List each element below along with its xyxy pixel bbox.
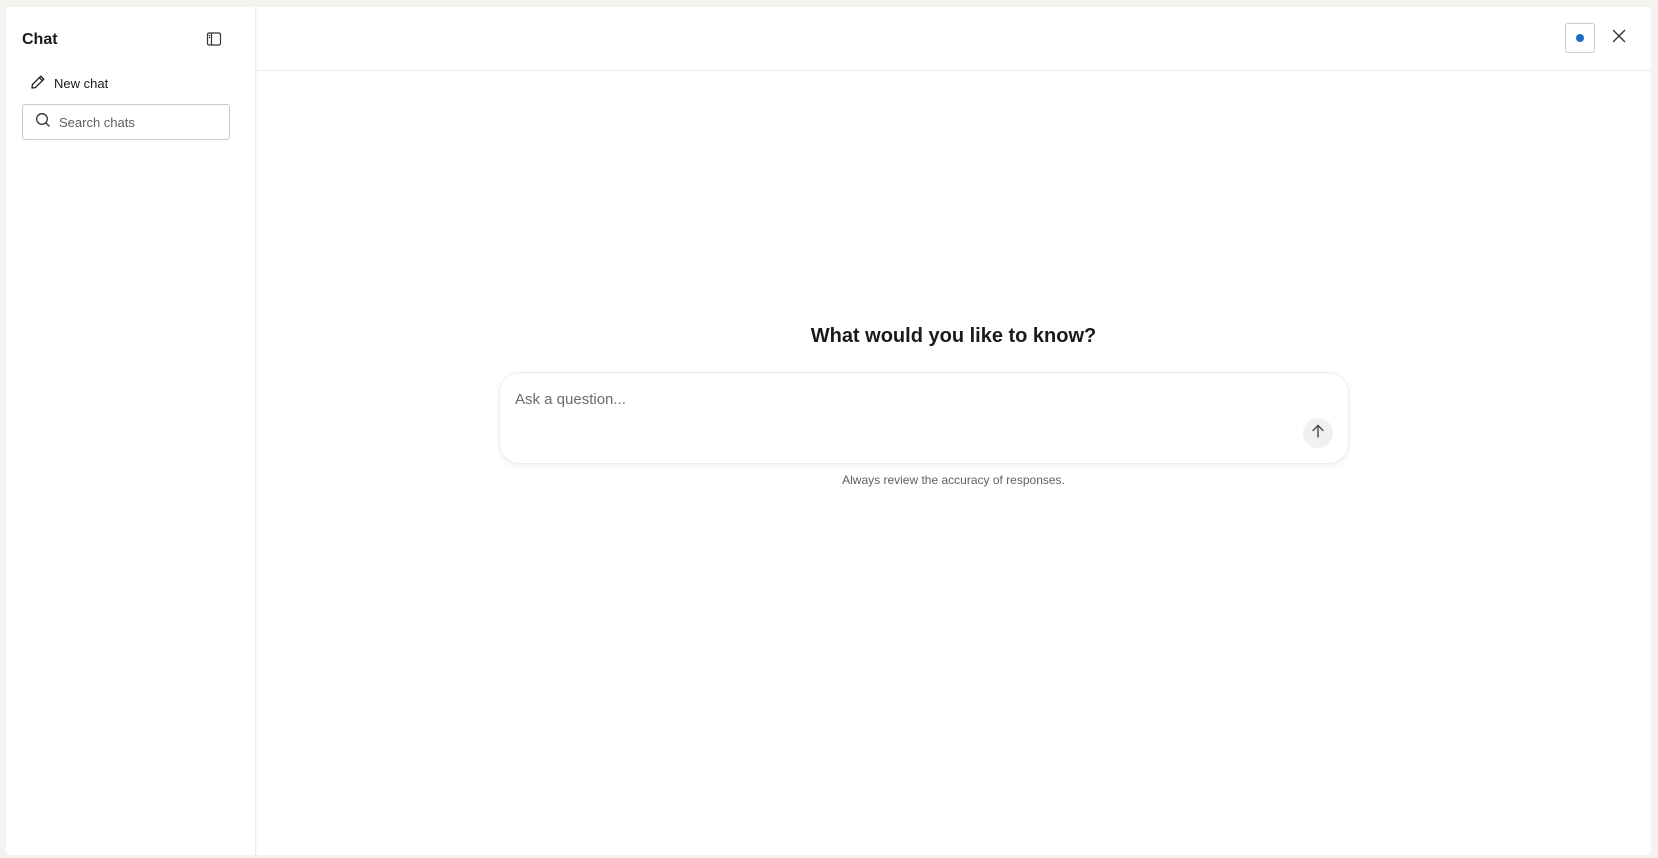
top-bar [256,7,1651,71]
disclaimer-text: Always review the accuracy of responses. [842,473,1065,487]
new-chat-button[interactable]: New chat [30,71,108,95]
status-dot-icon [1576,34,1584,42]
search-icon [35,112,51,133]
collapse-sidebar-button[interactable] [202,29,226,53]
close-button[interactable] [1607,26,1631,50]
sidebar-panel-icon [206,31,222,52]
send-button[interactable] [1303,418,1333,448]
close-icon [1611,28,1627,49]
main-panel: What would you like to know? Always revi… [256,7,1651,855]
welcome-area: What would you like to know? Always revi… [256,7,1651,855]
question-input[interactable] [515,391,1275,421]
sidebar-title: Chat [22,31,58,48]
message-composer[interactable] [499,372,1349,464]
search-input[interactable] [59,114,219,130]
new-chat-label: New chat [54,75,109,91]
search-box[interactable] [22,104,230,140]
arrow-up-icon [1310,423,1326,444]
chat-window: Chat New chat Search chats What would yo… [6,7,1651,855]
status-indicator-button[interactable] [1565,23,1595,53]
welcome-heading: What would you like to know? [810,325,1097,347]
pencil-icon [30,74,46,93]
sidebar: Chat New chat [6,7,256,855]
